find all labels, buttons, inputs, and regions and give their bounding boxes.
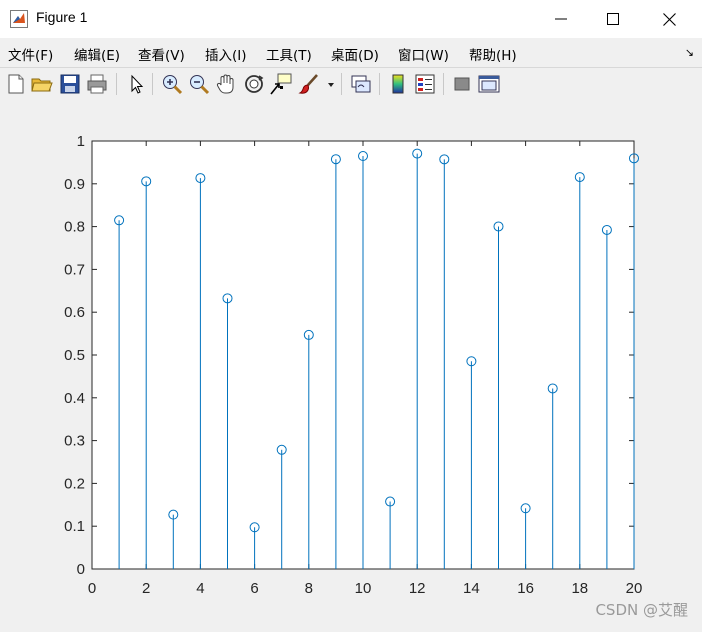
y-tick-label: 0.9	[64, 176, 85, 193]
toolbar-separator	[443, 73, 444, 95]
menu-file[interactable]: 文件(F)	[8, 44, 53, 64]
title-bar: Figure 1	[0, 0, 702, 38]
new-figure-icon[interactable]	[4, 72, 28, 96]
x-tick-label: 8	[305, 580, 313, 597]
x-tick-label: 16	[517, 580, 534, 597]
dock-arrow-icon[interactable]: ↘	[685, 46, 694, 59]
maximize-icon	[607, 13, 619, 25]
toolbar-separator	[152, 73, 153, 95]
toolbar-separator	[341, 73, 342, 95]
x-tick-label: 4	[196, 580, 204, 597]
close-button[interactable]	[644, 0, 694, 38]
menu-bar: 文件(F) 编辑(E) 查看(V) 插入(I) 工具(T) 桌面(D) 窗口(W…	[0, 38, 702, 67]
x-tick-label: 2	[142, 580, 150, 597]
toolbar-separator	[116, 73, 117, 95]
y-tick-label: 0	[77, 561, 85, 578]
y-tick-label: 0.1	[64, 518, 85, 535]
y-tick-label: 0.6	[64, 304, 85, 321]
y-tick-labels: 0 0.1 0.2 0.3 0.4 0.5 0.6 0.7 0.8 0.9 1	[64, 133, 85, 578]
link-plot-icon[interactable]	[349, 72, 373, 96]
window-title: Figure 1	[36, 9, 88, 25]
toolbar	[0, 67, 702, 102]
zoom-in-icon[interactable]	[160, 72, 184, 96]
x-tick-label: 10	[355, 580, 372, 597]
x-tick-label: 20	[626, 580, 643, 597]
hide-plot-tools-icon[interactable]	[450, 72, 474, 96]
print-icon[interactable]	[85, 72, 109, 96]
menu-desktop[interactable]: 桌面(D)	[331, 44, 379, 64]
save-icon[interactable]	[58, 72, 82, 96]
y-tick-label: 0.2	[64, 475, 85, 492]
brush-icon[interactable]	[297, 72, 321, 96]
menu-view[interactable]: 查看(V)	[138, 44, 185, 64]
menu-tools[interactable]: 工具(T)	[266, 44, 312, 64]
x-tick-labels: 0 2 4 6 8 10 12 14 16 18 20	[88, 580, 643, 597]
menu-window[interactable]: 窗口(W)	[398, 44, 449, 64]
stem-plot[interactable]: 0 0.1 0.2 0.3 0.4 0.5 0.6 0.7 0.8 0.9 1 0 2 4 6 8 10 12 1…	[0, 101, 702, 628]
watermark: CSDN @艾醒	[595, 601, 688, 619]
x-tick-label: 18	[571, 580, 588, 597]
menu-edit[interactable]: 编辑(E)	[74, 44, 120, 64]
minimize-button[interactable]	[536, 0, 586, 38]
x-tick-label: 0	[88, 580, 96, 597]
menu-help[interactable]: 帮助(H)	[469, 44, 517, 64]
y-tick-label: 0.4	[64, 390, 85, 407]
brush-dropdown-icon[interactable]	[327, 81, 335, 89]
matlab-logo-icon	[10, 10, 28, 28]
colorbar-icon[interactable]	[386, 72, 410, 96]
data-cursor-icon[interactable]	[269, 72, 293, 96]
pan-icon[interactable]	[214, 72, 238, 96]
menu-insert[interactable]: 插入(I)	[205, 44, 247, 64]
y-tick-label: 0.8	[64, 219, 85, 236]
pointer-icon[interactable]	[124, 72, 148, 96]
x-tick-label: 12	[409, 580, 426, 597]
minimize-icon	[555, 18, 567, 20]
rotate-3d-icon[interactable]	[242, 72, 266, 96]
y-tick-label: 0.7	[64, 261, 85, 278]
close-icon	[662, 12, 676, 26]
show-plot-tools-icon[interactable]	[477, 72, 501, 96]
legend-icon[interactable]	[413, 72, 437, 96]
x-tick-label: 6	[250, 580, 258, 597]
x-tick-label: 14	[463, 580, 480, 597]
zoom-out-icon[interactable]	[187, 72, 211, 96]
y-tick-label: 0.5	[64, 347, 85, 364]
y-tick-label: 1	[77, 133, 85, 150]
figure-canvas: 0 0.1 0.2 0.3 0.4 0.5 0.6 0.7 0.8 0.9 1 0 2 4 6 8 10 12 1…	[0, 101, 702, 628]
open-file-icon[interactable]	[30, 72, 54, 96]
y-tick-label: 0.3	[64, 433, 85, 450]
toolbar-separator	[379, 73, 380, 95]
maximize-button[interactable]	[588, 0, 638, 38]
